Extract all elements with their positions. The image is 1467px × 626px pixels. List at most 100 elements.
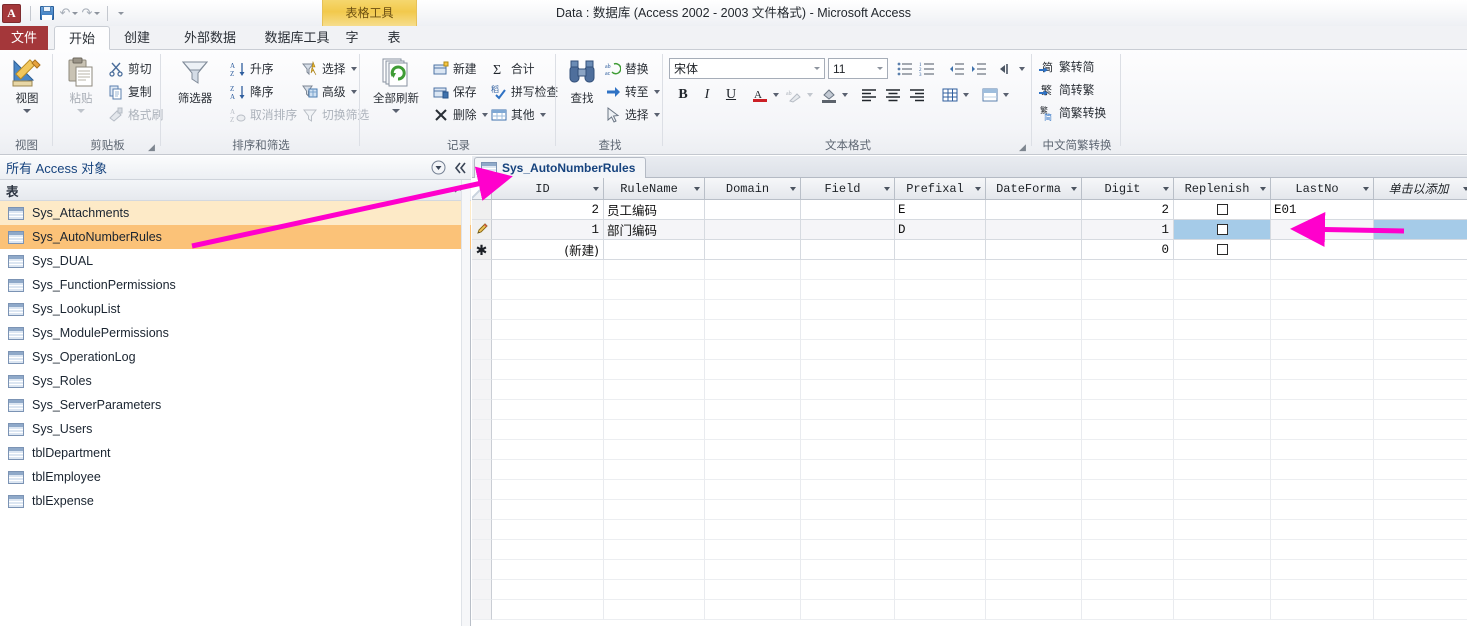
table-row[interactable]: ✱ (新建) 0 <box>472 240 1467 260</box>
checkbox[interactable] <box>1216 244 1228 255</box>
chevron-down-icon[interactable] <box>350 89 357 94</box>
chevron-down-icon[interactable] <box>872 59 885 78</box>
cell-lastno[interactable]: E01 <box>1271 200 1374 220</box>
find-select-button[interactable]: 选择 <box>605 104 660 125</box>
chevron-down-icon[interactable] <box>593 187 599 191</box>
bold-button[interactable]: B <box>672 84 694 105</box>
cell-replenish[interactable] <box>1174 240 1271 260</box>
cell-digit[interactable]: 0 <box>1082 240 1174 260</box>
checkbox[interactable] <box>1216 204 1228 215</box>
nav-item-sys_operationlog[interactable]: Sys_OperationLog <box>0 345 471 369</box>
cell-id[interactable]: 1 <box>492 220 604 240</box>
cell-rulename[interactable]: 部门编码 <box>604 220 705 240</box>
tab-fields[interactable]: 字段 <box>330 26 374 69</box>
replace-button[interactable]: ab ac 替换 <box>605 58 649 79</box>
chevron-down-icon[interactable] <box>23 109 31 113</box>
select-all-corner[interactable] <box>472 178 492 200</box>
save-record-button[interactable]: 保存 <box>433 81 477 102</box>
font-color-button[interactable]: A <box>750 84 780 105</box>
text-direction-button[interactable] <box>996 58 1026 79</box>
increase-indent-button[interactable] <box>968 58 990 79</box>
access-logo-icon[interactable]: A <box>2 3 21 23</box>
italic-button[interactable]: I <box>696 84 718 105</box>
cell-rulename[interactable] <box>604 240 705 260</box>
refresh-all-button[interactable]: 全部刷新 <box>367 56 425 113</box>
nav-item-sys_dual[interactable]: Sys_DUAL <box>0 249 471 273</box>
cell-digit[interactable]: 2 <box>1082 200 1174 220</box>
nav-item-sys_lookuplist[interactable]: Sys_LookupList <box>0 297 471 321</box>
column-header-field[interactable]: Field <box>801 178 895 200</box>
clear-sort-button[interactable]: A Z 取消排序 <box>230 104 297 125</box>
navigation-group-tables[interactable]: 表 <box>0 180 471 201</box>
chevron-down-icon[interactable] <box>392 109 400 113</box>
goto-button[interactable]: 转至 <box>605 81 660 102</box>
totals-button[interactable]: Σ 合计 <box>491 58 535 79</box>
nav-item-sys_modulepermissions[interactable]: Sys_ModulePermissions <box>0 321 471 345</box>
gridlines-button[interactable] <box>940 84 970 105</box>
trad-to-simp-button[interactable]: 简 繁转简 <box>1039 56 1094 77</box>
chevron-down-icon[interactable] <box>809 59 822 78</box>
nav-item-sys_autonumberrules[interactable]: Sys_AutoNumberRules <box>0 225 471 249</box>
sort-ascending-button[interactable]: A Z 升序 <box>230 58 274 79</box>
chevron-down-icon[interactable] <box>653 89 660 94</box>
text-highlight-button[interactable]: ab <box>784 84 814 105</box>
cell-lastno[interactable] <box>1271 220 1374 240</box>
document-tab-sys-autonumberrules[interactable]: Sys_AutoNumberRules <box>474 157 647 178</box>
copy-button[interactable]: 复制 <box>108 81 152 102</box>
chevron-down-icon[interactable] <box>1363 187 1369 191</box>
tab-database-tools[interactable]: 数据库工具 <box>252 26 342 50</box>
tab-external-data[interactable]: 外部数据 <box>170 26 250 50</box>
chevron-down-icon[interactable] <box>350 66 357 71</box>
chevron-down-icon[interactable] <box>539 112 546 117</box>
chevron-down-icon[interactable] <box>1018 66 1025 71</box>
row-selector[interactable] <box>472 200 492 220</box>
selection-button[interactable]: 选择 <box>301 58 357 79</box>
cell-id[interactable]: (新建) <box>492 240 604 260</box>
cell-dateforma[interactable] <box>986 220 1082 240</box>
chevron-down-icon[interactable] <box>1260 187 1266 191</box>
numbering-button[interactable]: 123 <box>916 58 938 79</box>
nav-item-tbldepartment[interactable]: tblDepartment <box>0 441 471 465</box>
cell-replenish[interactable] <box>1174 200 1271 220</box>
decrease-indent-button[interactable] <box>946 58 968 79</box>
delete-record-button[interactable]: 删除 <box>433 104 488 125</box>
qat-redo-button[interactable]: ↷ <box>80 3 102 23</box>
cell-domain[interactable] <box>705 240 801 260</box>
column-header-digit[interactable]: Digit <box>1082 178 1174 200</box>
navigation-table-list[interactable]: Sys_Attachments Sys_AutoNumberRules Sys_DU… <box>0 201 471 626</box>
nav-item-sys_serverparameters[interactable]: Sys_ServerParameters <box>0 393 471 417</box>
tab-table[interactable]: 表 <box>374 26 414 50</box>
chevron-down-icon[interactable] <box>841 92 848 97</box>
pencil-edit-icon[interactable] <box>472 220 492 240</box>
find-button[interactable]: 查找 <box>561 56 603 106</box>
chevron-down-icon[interactable] <box>1002 92 1009 97</box>
chevron-down-icon[interactable] <box>1163 187 1169 191</box>
navigation-pane-scrollbar[interactable] <box>461 180 470 626</box>
alternate-fill-button[interactable] <box>980 84 1010 105</box>
sort-descending-button[interactable]: Z A 降序 <box>230 81 274 102</box>
font-name-combo[interactable]: 宋体 <box>669 58 825 79</box>
chevron-down-icon[interactable] <box>975 187 981 191</box>
text-format-dialog-launcher[interactable]: ◢ <box>1019 143 1028 152</box>
nav-item-tblexpense[interactable]: tblExpense <box>0 489 471 513</box>
align-right-button[interactable] <box>906 84 928 105</box>
fill-color-button[interactable] <box>819 84 849 105</box>
cell-rulename[interactable]: 员工编码 <box>604 200 705 220</box>
format-painter-button[interactable]: 格式刷 <box>108 104 163 125</box>
navigation-pane-collapse-button[interactable] <box>449 157 471 179</box>
qat-undo-button[interactable]: ↶ <box>58 3 80 23</box>
cell-field[interactable] <box>801 240 895 260</box>
chevron-down-icon[interactable] <box>77 109 85 113</box>
table-row[interactable]: 1 部门编码 D 1 <box>472 220 1467 240</box>
cell-prefixal[interactable] <box>895 240 986 260</box>
qat-save-button[interactable] <box>36 3 58 23</box>
chevron-down-icon[interactable] <box>1071 187 1077 191</box>
advanced-filter-button[interactable]: 高级 <box>302 81 357 102</box>
filter-button[interactable]: 筛选器 <box>168 56 222 106</box>
chevron-down-icon[interactable] <box>653 112 660 117</box>
cut-button[interactable]: 剪切 <box>108 58 152 79</box>
cell-add-new[interactable] <box>1374 220 1467 240</box>
tab-create[interactable]: 创建 <box>110 26 164 50</box>
font-size-combo[interactable]: 11 <box>828 58 888 79</box>
nav-item-sys_functionpermissions[interactable]: Sys_FunctionPermissions <box>0 273 471 297</box>
